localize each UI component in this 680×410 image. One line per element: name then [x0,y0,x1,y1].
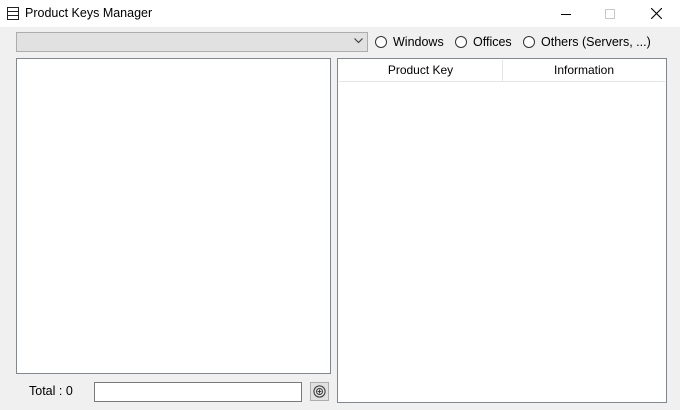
radio-windows[interactable]: Windows [375,34,444,50]
keys-listview[interactable]: Product Key Information [337,58,667,403]
maximize-icon [605,8,615,19]
radio-windows-label: Windows [393,35,444,49]
title-bar: Product Keys Manager [0,0,680,27]
column-header-information[interactable]: Information [503,60,665,81]
window-title: Product Keys Manager [25,6,153,20]
radio-offices-label: Offices [473,35,512,49]
close-icon [650,8,662,19]
circle-plus-icon [313,385,326,398]
category-combobox[interactable] [16,32,368,52]
chevron-down-icon [354,38,363,44]
radio-circle[interactable] [375,36,387,48]
minimize-icon [561,13,571,15]
radio-others-label: Others (Servers, ...) [541,35,651,49]
radio-circle[interactable] [455,36,467,48]
radio-offices[interactable]: Offices [455,34,512,50]
list-window-icon [7,7,19,20]
total-count-label: Total : 0 [29,384,73,398]
listview-header: Product Key Information [339,60,665,82]
maximize-button[interactable] [587,0,633,27]
close-button[interactable] [633,0,679,27]
minimize-button[interactable] [543,0,589,27]
radio-others[interactable]: Others (Servers, ...) [523,34,651,50]
product-listbox[interactable] [16,58,331,374]
add-button[interactable] [310,382,329,401]
column-header-product-key[interactable]: Product Key [339,60,503,81]
key-input[interactable] [94,382,302,402]
radio-circle[interactable] [523,36,535,48]
